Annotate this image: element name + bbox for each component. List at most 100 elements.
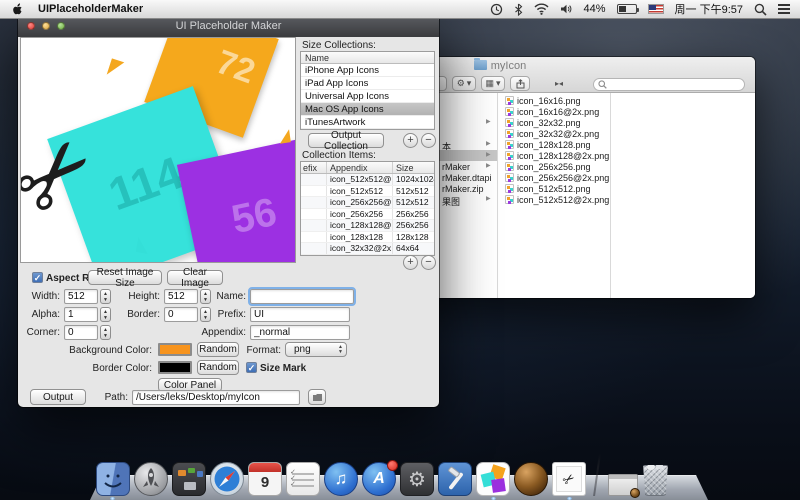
volume-icon[interactable] [560, 3, 573, 15]
finder-file-row[interactable]: icon_512x512.png [497, 183, 610, 194]
dock-bean-icon[interactable] [514, 462, 548, 496]
collection-item-cell: icon_32x32@2x [327, 243, 393, 254]
corner-field[interactable] [64, 325, 98, 340]
collection-item-cell: 256x256 [393, 220, 434, 231]
reset-image-size-button[interactable]: Reset Image Size [88, 270, 162, 285]
finder-file-row[interactable]: icon_32x32.png [497, 117, 610, 128]
collection-item-row[interactable]: icon_128x128@2x256x256 [301, 220, 434, 232]
folder-proxy-icon[interactable] [474, 60, 487, 70]
collection-item-row[interactable]: icon_512x512@2x1024x1024 [301, 174, 434, 186]
column-divider[interactable] [610, 93, 611, 298]
add-collection-button[interactable]: + [403, 133, 418, 148]
bluetooth-icon[interactable] [514, 3, 523, 16]
collection-item-row[interactable]: icon_128x128128x128 [301, 232, 434, 244]
dock-calendar-icon[interactable]: 9 [248, 462, 282, 496]
dock-app-store-icon[interactable]: A [362, 462, 396, 496]
alpha-label: Alpha: [24, 309, 60, 320]
size-mark-checkbox[interactable]: ✓ [246, 362, 257, 373]
size-collection-row[interactable]: iTunesArtwork [301, 116, 434, 129]
dock-itunes-icon[interactable]: ♫ [324, 462, 358, 496]
finder-file-row[interactable]: icon_128x128@2x.png [497, 150, 610, 161]
prefix-field[interactable] [250, 307, 350, 322]
dock-safari-icon[interactable] [210, 462, 244, 496]
finder-file-row[interactable]: icon_256x256.png [497, 161, 610, 172]
size-collection-row[interactable]: iPhone App Icons [301, 64, 434, 77]
dock-ui-placeholder-maker-icon[interactable] [476, 462, 510, 496]
apple-menu-icon[interactable] [12, 3, 24, 16]
clear-image-button[interactable]: Clear Image [167, 270, 223, 285]
dock-minimized-window-icon[interactable] [608, 474, 638, 496]
collection-item-row[interactable]: icon_256x256256x256 [301, 209, 434, 221]
format-label: Format: [243, 345, 281, 356]
add-item-button[interactable]: + [403, 255, 418, 270]
output-button[interactable]: Output [30, 389, 86, 405]
border-random-button[interactable]: Random [197, 360, 239, 375]
size-column-header[interactable]: Size [393, 162, 434, 173]
format-dropdown[interactable]: png ▲▼ [285, 342, 347, 357]
aspect-ratio-checkbox[interactable]: ✓ [32, 272, 43, 283]
background-random-button[interactable]: Random [197, 342, 239, 357]
dock-mission-control-icon[interactable] [172, 462, 206, 496]
alpha-stepper[interactable]: ▲▼ [100, 307, 111, 322]
battery-icon[interactable] [617, 4, 637, 14]
size-collection-row[interactable]: iPad App Icons [301, 77, 434, 90]
collection-item-row[interactable]: icon_32x32@2x64x64 [301, 243, 434, 255]
chevron-down-icon: ▾ [496, 78, 501, 89]
width-stepper[interactable]: ▲▼ [100, 289, 111, 304]
remove-collection-button[interactable]: − [421, 133, 436, 148]
dock-finder-icon[interactable] [96, 462, 130, 496]
png-file-icon [505, 140, 514, 149]
dock-placeholder-frame-icon[interactable]: ✂ [552, 462, 586, 496]
collection-items-table: efix Appendix Size icon_512x512@2x1024x1… [300, 161, 435, 256]
dock: 9 ♫ A ⚙ ✂ [0, 450, 800, 500]
height-field[interactable] [164, 289, 198, 304]
finder-file-row[interactable]: icon_256x256@2x.png [497, 172, 610, 183]
choose-folder-button[interactable] [308, 389, 326, 405]
name-field[interactable] [250, 289, 354, 304]
finder-file-row[interactable]: icon_32x32@2x.png [497, 128, 610, 139]
finder-file-row[interactable]: icon_16x16.png [497, 95, 610, 106]
prefix-column-header[interactable]: efix [301, 162, 327, 173]
remove-item-button[interactable]: − [421, 255, 436, 270]
arrange-button[interactable]: ▦▾ [481, 76, 505, 91]
background-color-swatch[interactable] [158, 343, 192, 356]
border-color-swatch[interactable] [158, 361, 192, 374]
collection-item-row[interactable]: icon_256x256@2x512x512 [301, 197, 434, 209]
appendix-column-header[interactable]: Appendix [327, 162, 393, 173]
finder-search-field[interactable] [593, 78, 745, 91]
dock-launchpad-icon[interactable] [134, 462, 168, 496]
menubar-app-name[interactable]: UIPlaceholderMaker [38, 3, 143, 15]
disclosure-arrow-icon: ▶ [486, 151, 491, 158]
corner-stepper[interactable]: ▲▼ [100, 325, 111, 340]
dock-trash-icon[interactable] [642, 465, 669, 496]
path-field[interactable] [132, 390, 300, 405]
alpha-field[interactable] [64, 307, 98, 322]
finder-file-row[interactable]: icon_128x128.png [497, 139, 610, 150]
wifi-icon[interactable] [534, 3, 549, 15]
border-field[interactable] [164, 307, 198, 322]
search-icon [598, 80, 607, 89]
finder-file-row[interactable]: icon_512x512@2x.png [497, 194, 610, 205]
time-machine-icon[interactable] [490, 3, 503, 16]
collection-item-row[interactable]: icon_512x512512x512 [301, 186, 434, 198]
input-language-flag-icon[interactable] [648, 4, 664, 14]
finder-file-name: icon_512x512.png [517, 184, 591, 194]
collapse-arrows-icon[interactable]: ▸◂ [548, 76, 570, 91]
size-collection-row[interactable]: Mac OS App Icons [301, 103, 434, 116]
width-field[interactable] [64, 289, 98, 304]
share-button[interactable] [510, 76, 530, 91]
action-gear-button[interactable]: ⚙▾ [452, 76, 476, 91]
collection-item-cell [301, 174, 327, 185]
preview-canvas[interactable]: 72 114 56 ✂ [20, 37, 296, 263]
menubar-clock[interactable]: 周一 下午9:57 [675, 1, 743, 17]
appendix-field[interactable] [250, 325, 350, 340]
png-file-icon [505, 195, 514, 204]
dock-reminders-icon[interactable] [286, 462, 320, 496]
dock-system-preferences-icon[interactable]: ⚙ [400, 462, 434, 496]
notification-center-icon[interactable] [778, 2, 790, 16]
dock-xcode-icon[interactable] [438, 462, 472, 496]
size-collection-row[interactable]: Universal App Icons [301, 90, 434, 103]
finder-file-row[interactable]: icon_16x16@2x.png [497, 106, 610, 117]
output-collection-button[interactable]: Output Collection [308, 133, 384, 148]
spotlight-icon[interactable] [754, 3, 767, 16]
